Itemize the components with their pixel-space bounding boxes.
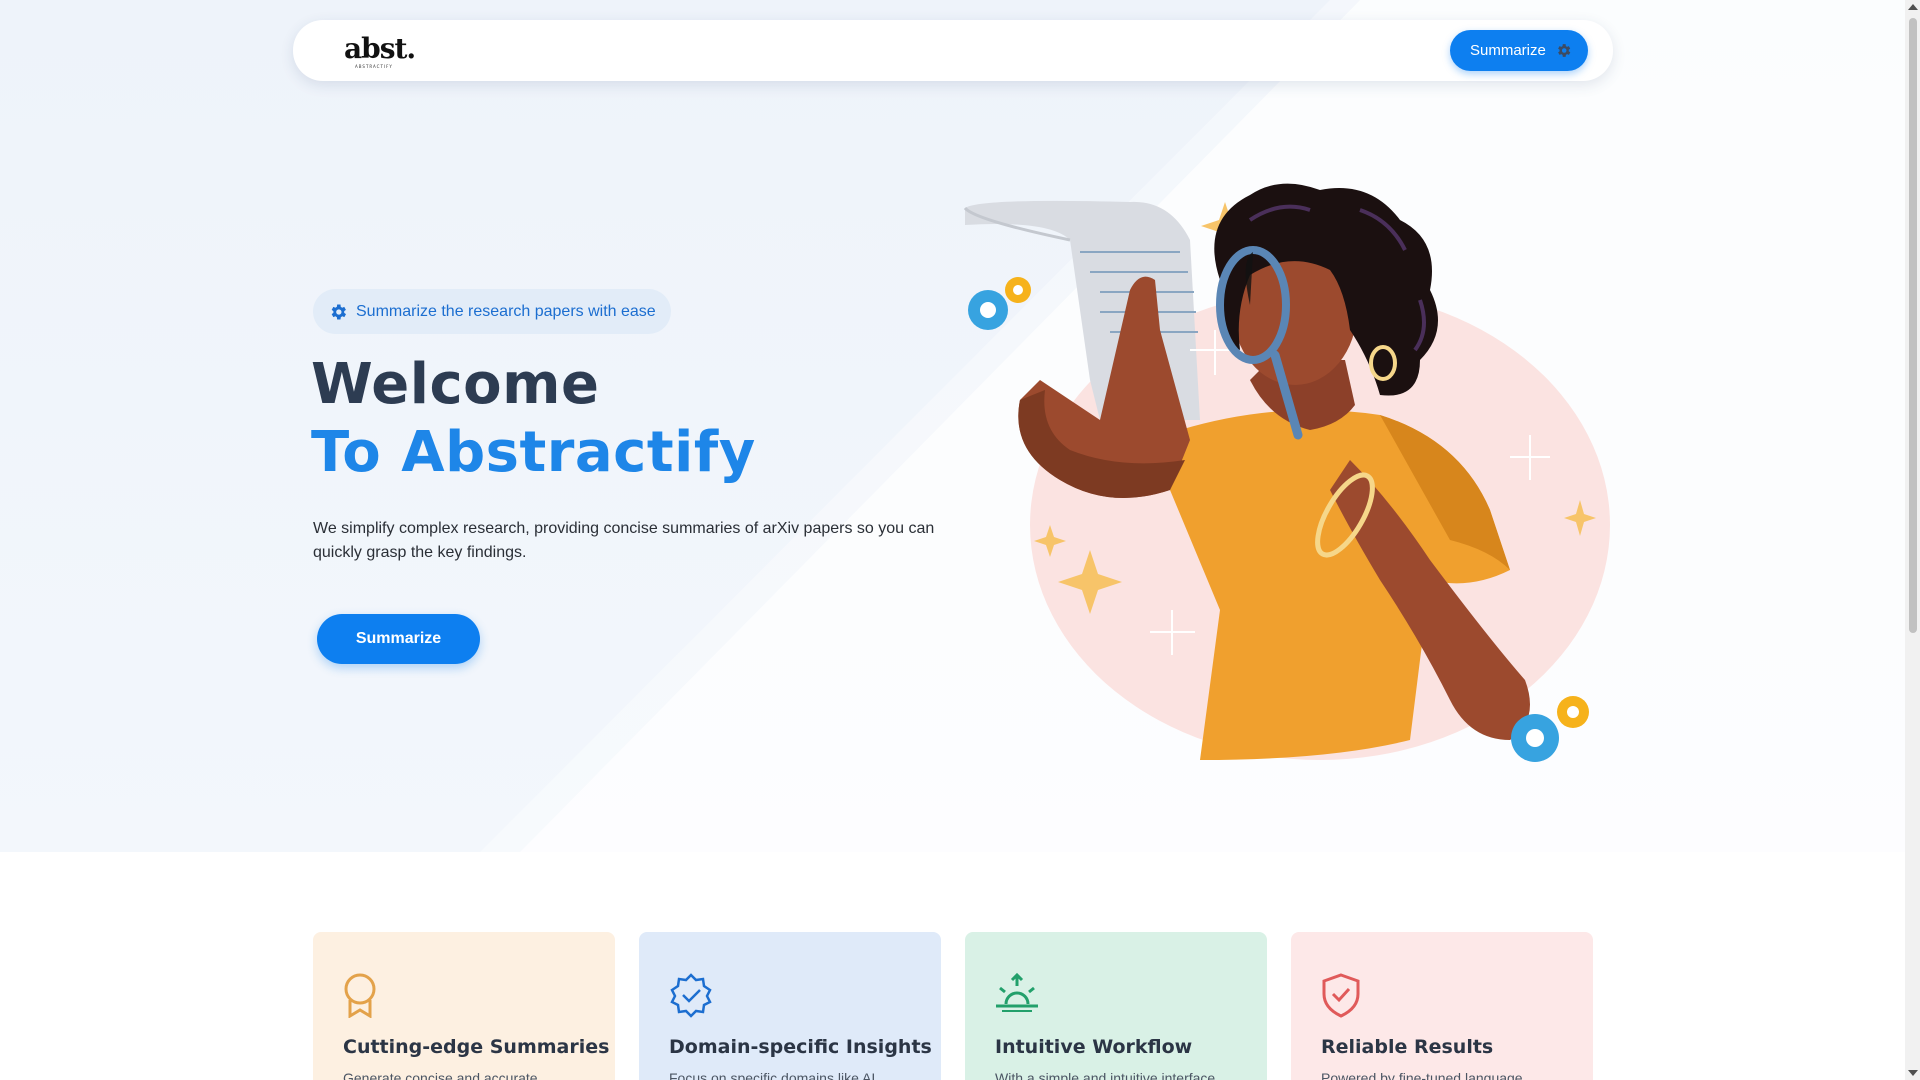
page: abst. ABSTRACTIFY Summarize Summarize th… [0, 0, 1905, 1080]
tagline-text: Summarize the research papers with ease [356, 302, 656, 320]
gear-icon [1555, 42, 1572, 63]
badge-icon [342, 972, 378, 1023]
feature-card-results: Reliable Results Powered by fine-tuned l… [1291, 932, 1593, 1080]
scroll-down-arrow-icon[interactable] [1908, 1070, 1918, 1076]
feature-card-workflow: Intuitive Workflow With a simple and int… [965, 932, 1267, 1080]
feature-desc: Powered by fine-tuned language [1321, 1070, 1523, 1080]
header-summarize-button[interactable]: Summarize [1450, 30, 1588, 71]
feature-desc: With a simple and intuitive interface [995, 1070, 1216, 1080]
gear-cluster-top [968, 277, 1031, 330]
feature-title: Cutting-edge Summaries [343, 1036, 610, 1058]
vertical-scrollbar[interactable] [1905, 0, 1920, 1080]
logo[interactable]: abst. [344, 32, 416, 65]
feature-title: Reliable Results [1321, 1036, 1494, 1058]
hero-illustration [950, 180, 1610, 780]
tagline-pill: Summarize the research papers with ease [313, 289, 671, 334]
hero-title-line2: To Abstractify [311, 420, 756, 485]
top-navbar: abst. ABSTRACTIFY Summarize [293, 20, 1613, 81]
scroll-up-arrow-icon[interactable] [1908, 4, 1918, 10]
hero-description: We simplify complex research, providing … [313, 520, 935, 561]
verified-badge-icon [668, 972, 714, 1023]
logo-subtext: ABSTRACTIFY [355, 64, 393, 69]
sunrise-icon [994, 972, 1040, 1017]
header-summarize-label: Summarize [1470, 42, 1546, 59]
gear-icon [328, 302, 348, 322]
feature-card-summaries: Cutting-edge Summaries Generate concise … [313, 932, 615, 1080]
feature-title: Intuitive Workflow [995, 1036, 1193, 1058]
feature-desc: Generate concise and accurate [343, 1070, 538, 1080]
feature-desc: Focus on specific domains like AI [669, 1070, 876, 1080]
scrollbar-thumb[interactable] [1909, 18, 1917, 633]
feature-title: Domain-specific Insights [669, 1036, 932, 1058]
hero-summarize-button[interactable]: Summarize [317, 614, 480, 664]
feature-card-insights: Domain-specific Insights Focus on specif… [639, 932, 941, 1080]
shield-check-icon [1320, 972, 1362, 1023]
hero-title-line1: Welcome [311, 352, 600, 417]
